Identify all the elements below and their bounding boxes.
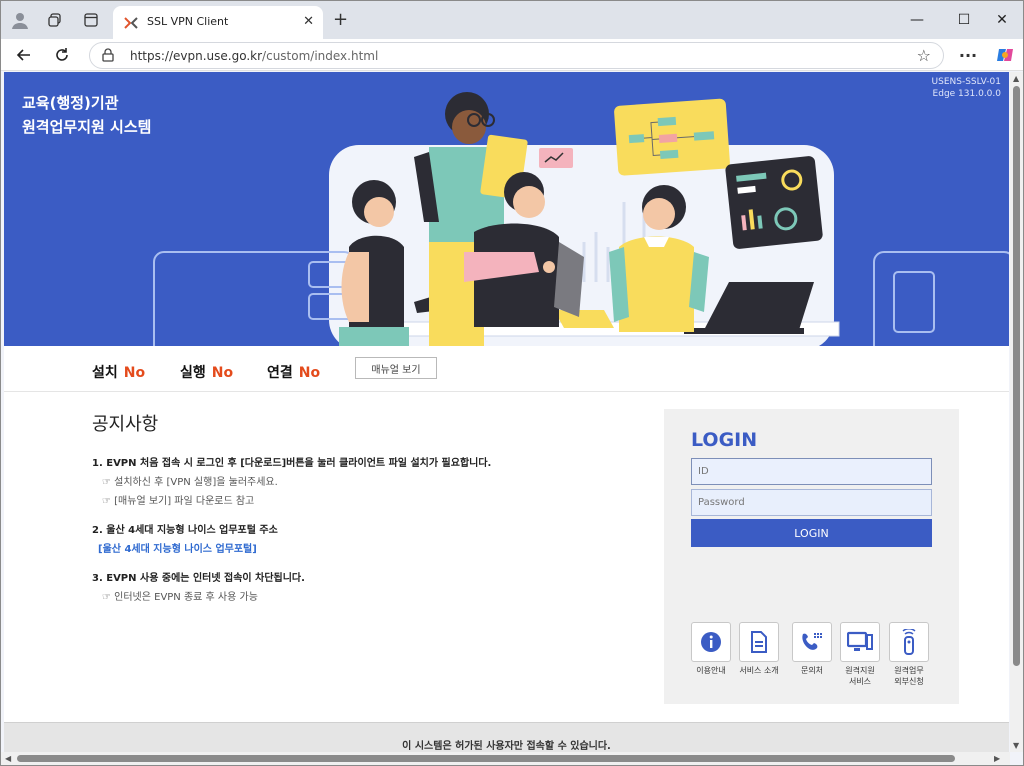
- install-value: No: [123, 365, 146, 381]
- notice-item-1-sub-2: ☞ [매뉴얼 보기] 파일 다운로드 참고: [102, 496, 255, 507]
- vpn-logo-icon: [124, 17, 138, 29]
- horizontal-scrollbar[interactable]: ◀ ▶: [1, 752, 1010, 765]
- page-content: 교육(행정)기관 원격업무지원 시스템 USENS-SSLV-01 Edge 1…: [4, 72, 1009, 752]
- copilot-icon[interactable]: [994, 44, 1016, 66]
- run-status: 실행 No: [180, 362, 233, 382]
- vertical-scrollbar[interactable]: ▲ ▼: [1010, 72, 1023, 752]
- quick-link-label-service: 서비스 소개: [739, 666, 779, 675]
- phone-icon[interactable]: [792, 622, 832, 662]
- document-icon[interactable]: [739, 622, 779, 662]
- tab-bar: SSL VPN Client ✕ + — ☐ ✕: [1, 1, 1023, 39]
- id-input[interactable]: ID: [691, 458, 932, 485]
- notice-item-2: 2. 울산 4세대 지능형 나이스 업무포털 주소: [92, 525, 278, 536]
- footer: 이 시스템은 허가된 사용자만 접속할 수 있습니다.: [4, 722, 1009, 752]
- close-window-button[interactable]: ✕: [979, 9, 1023, 31]
- login-panel: LOGIN ID Password LOGIN 이용안내 서비스 소개 문의처 …: [664, 409, 959, 704]
- run-label: 실행: [180, 365, 206, 381]
- horizontal-scroll-thumb[interactable]: [17, 755, 955, 762]
- install-status: 설치 No: [92, 362, 145, 382]
- team-illustration: [153, 92, 1009, 346]
- remote-icon[interactable]: [889, 622, 929, 662]
- scroll-up-icon[interactable]: ▲: [1013, 74, 1019, 83]
- notice-item-3-sub-1: ☞ 인터넷은 EVPN 종료 후 사용 가능: [102, 592, 258, 603]
- tab-title: SSL VPN Client: [147, 15, 229, 28]
- vertical-scroll-thumb[interactable]: [1013, 86, 1020, 666]
- notice-item-3: 3. EVPN 사용 중에는 인터넷 접속이 차단됩니다.: [92, 573, 305, 584]
- login-button[interactable]: LOGIN: [691, 519, 932, 547]
- monitor-icon[interactable]: [840, 622, 880, 662]
- browser-window: SSL VPN Client ✕ + — ☐ ✕ https://evpn.us…: [0, 0, 1024, 766]
- install-label: 설치: [92, 365, 118, 381]
- back-icon[interactable]: [13, 44, 35, 66]
- footer-notice: 이 시스템은 허가된 사용자만 접속할 수 있습니다.: [402, 741, 611, 752]
- workspaces-icon[interactable]: [45, 10, 65, 30]
- connect-value: No: [298, 365, 321, 381]
- scroll-down-icon[interactable]: ▼: [1013, 741, 1019, 750]
- url-path: /custom/index.html: [262, 49, 379, 63]
- tab-active[interactable]: SSL VPN Client ✕: [113, 6, 323, 39]
- url-text[interactable]: https://evpn.use.go.kr/custom/index.html: [130, 49, 378, 63]
- refresh-icon[interactable]: [51, 44, 73, 66]
- url-host: https://evpn.use.go.kr: [130, 49, 263, 63]
- manual-button[interactable]: 매뉴얼 보기: [355, 357, 437, 379]
- notice-title: 공지사항: [92, 414, 159, 435]
- favorite-star-icon[interactable]: ☆: [917, 46, 931, 65]
- password-input[interactable]: Password: [691, 489, 932, 516]
- minimize-button[interactable]: —: [894, 9, 940, 31]
- address-bar[interactable]: https://evpn.use.go.kr/custom/index.html…: [89, 42, 944, 69]
- connect-label: 연결: [267, 365, 293, 381]
- run-value: No: [211, 365, 234, 381]
- login-title: LOGIN: [691, 429, 758, 451]
- address-toolbar: https://evpn.use.go.kr/custom/index.html…: [1, 39, 1023, 71]
- notice-portal-link[interactable]: [울산 4세대 지능형 나이스 업무포털]: [98, 540, 612, 555]
- more-menu-icon[interactable]: ···: [957, 44, 979, 66]
- scroll-left-icon[interactable]: ◀: [5, 754, 11, 763]
- notice-section: 공지사항 1. EVPN 처음 접속 시 로그인 후 [다운로드]버튼을 눌러 …: [92, 410, 612, 603]
- notice-item-1: 1. EVPN 처음 접속 시 로그인 후 [다운로드]버튼을 눌러 클라이언트…: [92, 458, 492, 469]
- quick-link-label-remote-apply: 원격업무 외부신청: [894, 666, 924, 686]
- tab-close-icon[interactable]: ✕: [303, 14, 314, 29]
- notice-item-1-sub-1: ☞ 설치하신 후 [VPN 실행]을 눌러주세요.: [102, 477, 278, 488]
- scroll-right-icon[interactable]: ▶: [994, 754, 1000, 763]
- profile-icon[interactable]: [10, 10, 30, 30]
- new-tab-button[interactable]: +: [333, 9, 348, 30]
- connect-status: 연결 No: [267, 362, 320, 382]
- tab-actions-icon[interactable]: [81, 10, 101, 30]
- hero-banner: 교육(행정)기관 원격업무지원 시스템 USENS-SSLV-01 Edge 1…: [4, 72, 1009, 346]
- info-icon[interactable]: [691, 622, 731, 662]
- lock-icon[interactable]: [102, 48, 114, 62]
- status-bar: 설치 No 실행 No 연결 No 매뉴얼 보기: [4, 346, 1009, 392]
